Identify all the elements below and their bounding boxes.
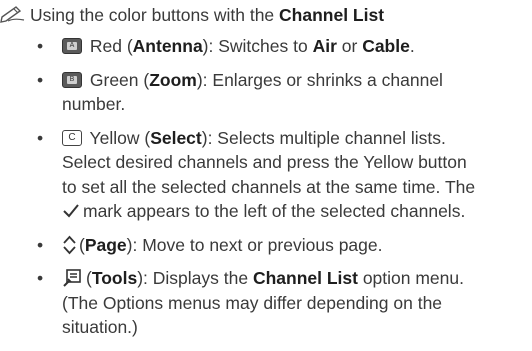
list-item-green: • B Green (Zoom): Enlarges or shrinks a … — [37, 69, 443, 115]
list-item-tools: • (Tools): Displays the Channel List opt… — [37, 268, 464, 337]
list-item-page: • (Page): Move to next or previous page. — [0, 233, 532, 258]
section-heading: Using the color buttons with the Channel… — [0, 3, 384, 28]
manual-page: Using the color buttons with the Channel… — [0, 0, 532, 351]
list-item-yellow: • C Yellow (Select): Selects multiple ch… — [37, 127, 476, 222]
bullet: • — [37, 36, 44, 56]
bullet: • — [37, 69, 44, 90]
red-button-icon: A — [62, 38, 82, 54]
tools-icon — [62, 268, 82, 288]
list-item-red: • A Red (Antenna): Switches to Air or Ca… — [0, 34, 532, 59]
bullet: • — [37, 127, 44, 148]
note-pencil-icon — [0, 5, 26, 23]
green-button-icon: B — [62, 71, 82, 88]
bullet: • — [37, 268, 44, 288]
heading-bold: Channel List — [279, 5, 385, 25]
color-button-list: • A Red (Antenna): Switches to Air or Ca… — [0, 34, 532, 349]
yellow-button-icon: C — [62, 129, 82, 146]
page-updown-icon — [62, 235, 77, 255]
bullet: • — [37, 234, 44, 255]
heading-prefix: Using the color buttons with the — [30, 5, 280, 25]
checkmark-icon — [62, 201, 80, 218]
